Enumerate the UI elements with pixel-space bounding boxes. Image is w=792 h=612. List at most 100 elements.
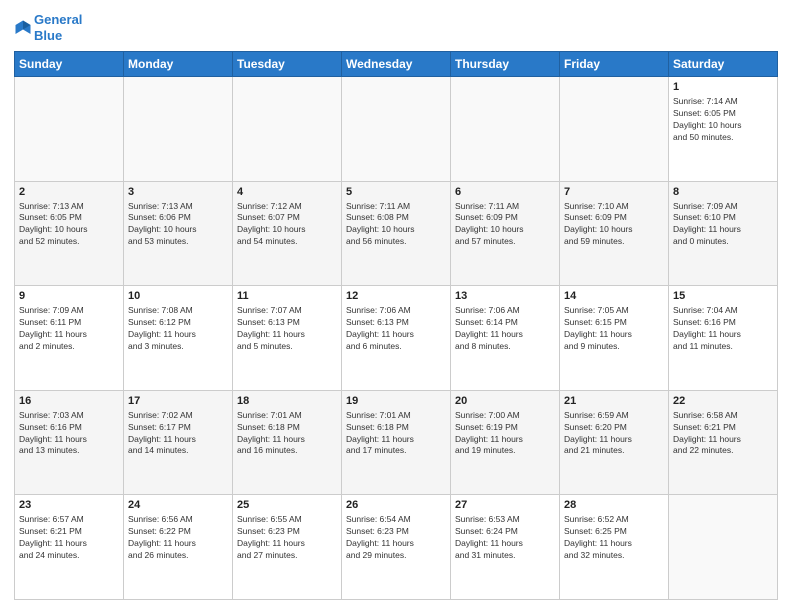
calendar-cell [15,77,124,182]
weekday-header-friday: Friday [560,52,669,77]
weekday-header-row: SundayMondayTuesdayWednesdayThursdayFrid… [15,52,778,77]
calendar-cell [669,495,778,600]
day-number: 6 [455,185,555,200]
day-number: 8 [673,185,773,200]
day-info: Sunrise: 7:01 AM Sunset: 6:18 PM Dayligh… [346,410,446,458]
calendar-cell [451,77,560,182]
calendar-cell: 19Sunrise: 7:01 AM Sunset: 6:18 PM Dayli… [342,390,451,495]
day-number: 12 [346,289,446,304]
day-number: 24 [128,498,228,513]
day-number: 20 [455,394,555,409]
calendar-cell: 27Sunrise: 6:53 AM Sunset: 6:24 PM Dayli… [451,495,560,600]
day-info: Sunrise: 7:03 AM Sunset: 6:16 PM Dayligh… [19,410,119,458]
day-number: 3 [128,185,228,200]
weekday-header-monday: Monday [124,52,233,77]
calendar-cell: 17Sunrise: 7:02 AM Sunset: 6:17 PM Dayli… [124,390,233,495]
day-info: Sunrise: 7:07 AM Sunset: 6:13 PM Dayligh… [237,305,337,353]
day-number: 27 [455,498,555,513]
calendar-cell: 1Sunrise: 7:14 AM Sunset: 6:05 PM Daylig… [669,77,778,182]
calendar-cell: 20Sunrise: 7:00 AM Sunset: 6:19 PM Dayli… [451,390,560,495]
day-info: Sunrise: 7:11 AM Sunset: 6:08 PM Dayligh… [346,201,446,249]
day-number: 7 [564,185,664,200]
day-number: 9 [19,289,119,304]
day-info: Sunrise: 6:53 AM Sunset: 6:24 PM Dayligh… [455,514,555,562]
day-info: Sunrise: 7:11 AM Sunset: 6:09 PM Dayligh… [455,201,555,249]
calendar-cell [560,77,669,182]
calendar-week-1: 2Sunrise: 7:13 AM Sunset: 6:05 PM Daylig… [15,181,778,286]
day-info: Sunrise: 7:08 AM Sunset: 6:12 PM Dayligh… [128,305,228,353]
calendar-cell: 22Sunrise: 6:58 AM Sunset: 6:21 PM Dayli… [669,390,778,495]
day-info: Sunrise: 7:00 AM Sunset: 6:19 PM Dayligh… [455,410,555,458]
calendar-week-4: 23Sunrise: 6:57 AM Sunset: 6:21 PM Dayli… [15,495,778,600]
calendar-cell: 12Sunrise: 7:06 AM Sunset: 6:13 PM Dayli… [342,286,451,391]
calendar-cell: 21Sunrise: 6:59 AM Sunset: 6:20 PM Dayli… [560,390,669,495]
calendar-cell [124,77,233,182]
calendar-cell: 26Sunrise: 6:54 AM Sunset: 6:23 PM Dayli… [342,495,451,600]
day-number: 22 [673,394,773,409]
day-number: 2 [19,185,119,200]
calendar-cell: 7Sunrise: 7:10 AM Sunset: 6:09 PM Daylig… [560,181,669,286]
calendar-week-0: 1Sunrise: 7:14 AM Sunset: 6:05 PM Daylig… [15,77,778,182]
day-number: 4 [237,185,337,200]
weekday-header-tuesday: Tuesday [233,52,342,77]
calendar-cell: 2Sunrise: 7:13 AM Sunset: 6:05 PM Daylig… [15,181,124,286]
day-number: 13 [455,289,555,304]
calendar-cell [342,77,451,182]
day-info: Sunrise: 7:01 AM Sunset: 6:18 PM Dayligh… [237,410,337,458]
calendar-cell: 24Sunrise: 6:56 AM Sunset: 6:22 PM Dayli… [124,495,233,600]
calendar-week-3: 16Sunrise: 7:03 AM Sunset: 6:16 PM Dayli… [15,390,778,495]
calendar-table: SundayMondayTuesdayWednesdayThursdayFrid… [14,51,778,600]
day-info: Sunrise: 7:12 AM Sunset: 6:07 PM Dayligh… [237,201,337,249]
day-number: 19 [346,394,446,409]
day-info: Sunrise: 6:57 AM Sunset: 6:21 PM Dayligh… [19,514,119,562]
logo-text: General Blue [34,12,82,43]
weekday-header-sunday: Sunday [15,52,124,77]
calendar-cell: 13Sunrise: 7:06 AM Sunset: 6:14 PM Dayli… [451,286,560,391]
logo-icon [14,19,32,37]
calendar-cell: 9Sunrise: 7:09 AM Sunset: 6:11 PM Daylig… [15,286,124,391]
day-number: 21 [564,394,664,409]
logo: General Blue [14,12,82,43]
calendar-cell: 5Sunrise: 7:11 AM Sunset: 6:08 PM Daylig… [342,181,451,286]
day-info: Sunrise: 7:05 AM Sunset: 6:15 PM Dayligh… [564,305,664,353]
weekday-header-thursday: Thursday [451,52,560,77]
day-number: 11 [237,289,337,304]
day-number: 17 [128,394,228,409]
day-info: Sunrise: 7:13 AM Sunset: 6:05 PM Dayligh… [19,201,119,249]
day-info: Sunrise: 6:56 AM Sunset: 6:22 PM Dayligh… [128,514,228,562]
day-info: Sunrise: 6:58 AM Sunset: 6:21 PM Dayligh… [673,410,773,458]
calendar-cell [233,77,342,182]
day-info: Sunrise: 7:09 AM Sunset: 6:10 PM Dayligh… [673,201,773,249]
day-info: Sunrise: 7:02 AM Sunset: 6:17 PM Dayligh… [128,410,228,458]
day-number: 26 [346,498,446,513]
calendar-cell: 15Sunrise: 7:04 AM Sunset: 6:16 PM Dayli… [669,286,778,391]
calendar-cell: 23Sunrise: 6:57 AM Sunset: 6:21 PM Dayli… [15,495,124,600]
calendar-cell: 4Sunrise: 7:12 AM Sunset: 6:07 PM Daylig… [233,181,342,286]
day-number: 23 [19,498,119,513]
day-info: Sunrise: 7:09 AM Sunset: 6:11 PM Dayligh… [19,305,119,353]
day-number: 16 [19,394,119,409]
header: General Blue [14,12,778,43]
calendar-cell: 10Sunrise: 7:08 AM Sunset: 6:12 PM Dayli… [124,286,233,391]
day-number: 25 [237,498,337,513]
calendar-week-2: 9Sunrise: 7:09 AM Sunset: 6:11 PM Daylig… [15,286,778,391]
day-number: 1 [673,80,773,95]
day-info: Sunrise: 6:59 AM Sunset: 6:20 PM Dayligh… [564,410,664,458]
day-number: 14 [564,289,664,304]
day-number: 28 [564,498,664,513]
calendar-cell: 18Sunrise: 7:01 AM Sunset: 6:18 PM Dayli… [233,390,342,495]
calendar-cell: 8Sunrise: 7:09 AM Sunset: 6:10 PM Daylig… [669,181,778,286]
day-number: 5 [346,185,446,200]
calendar-cell: 25Sunrise: 6:55 AM Sunset: 6:23 PM Dayli… [233,495,342,600]
calendar-cell: 16Sunrise: 7:03 AM Sunset: 6:16 PM Dayli… [15,390,124,495]
day-number: 10 [128,289,228,304]
day-info: Sunrise: 7:14 AM Sunset: 6:05 PM Dayligh… [673,96,773,144]
calendar-cell: 14Sunrise: 7:05 AM Sunset: 6:15 PM Dayli… [560,286,669,391]
day-info: Sunrise: 6:54 AM Sunset: 6:23 PM Dayligh… [346,514,446,562]
day-number: 15 [673,289,773,304]
day-info: Sunrise: 6:52 AM Sunset: 6:25 PM Dayligh… [564,514,664,562]
weekday-header-wednesday: Wednesday [342,52,451,77]
weekday-header-saturday: Saturday [669,52,778,77]
calendar-cell: 28Sunrise: 6:52 AM Sunset: 6:25 PM Dayli… [560,495,669,600]
day-number: 18 [237,394,337,409]
